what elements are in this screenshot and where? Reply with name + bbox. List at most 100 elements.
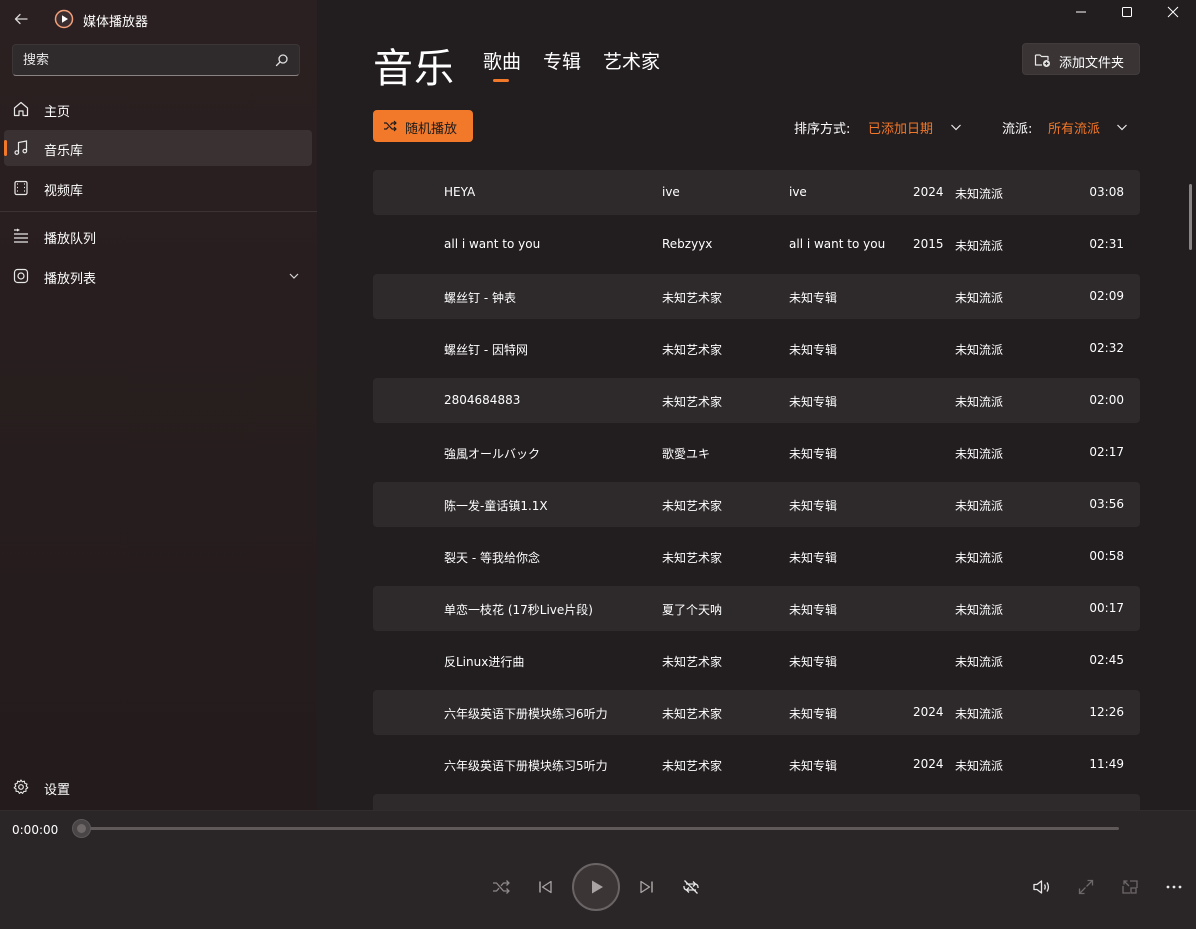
chevron-down-icon[interactable] <box>288 270 300 282</box>
sort-dropdown[interactable]: 已添加日期 <box>868 118 933 137</box>
song-artist[interactable]: 未知艺术家 <box>662 289 722 306</box>
song-album[interactable]: 未知专辑 <box>789 497 837 514</box>
song-row[interactable]: 六年级英语下册模块练习6听力 未知艺术家 未知专辑 2024 未知流派 12:2… <box>373 690 1140 735</box>
add-folder-label: 添加文件夹 <box>1059 56 1125 71</box>
song-album[interactable]: 未知专辑 <box>789 393 837 410</box>
song-genre[interactable]: 未知流派 <box>955 289 1003 306</box>
song-genre[interactable]: 未知流派 <box>955 393 1003 410</box>
chevron-down-icon[interactable] <box>1116 122 1128 132</box>
shuffle-icon <box>384 120 397 132</box>
song-row[interactable]: all i want to you Rebzyyx all i want to … <box>373 222 1140 267</box>
song-artist[interactable]: 歌愛ユキ <box>662 445 710 462</box>
song-row[interactable]: HEYA ive ive 2024 未知流派 03:08 <box>373 170 1140 215</box>
volume-button[interactable] <box>1031 876 1053 898</box>
seek-bar[interactable] <box>82 827 1119 830</box>
song-artist[interactable]: 未知艺术家 <box>662 341 722 358</box>
tab-albums[interactable]: 专辑 <box>543 47 581 74</box>
song-album[interactable]: 未知专辑 <box>789 549 837 566</box>
song-row[interactable]: 螺丝钉 - 钟表 未知艺术家 未知专辑 未知流派 02:09 <box>373 274 1140 319</box>
song-row[interactable]: 六年级英语下册模块练习5听力 未知艺术家 未知专辑 2024 未知流派 11:4… <box>373 742 1140 787</box>
song-genre[interactable]: 未知流派 <box>955 549 1003 566</box>
song-duration: 02:17 <box>1089 445 1124 459</box>
song-row[interactable]: 裂天 - 等我给你念 未知艺术家 未知专辑 未知流派 00:58 <box>373 534 1140 579</box>
tab-songs[interactable]: 歌曲 <box>483 47 521 74</box>
song-artist[interactable]: ive <box>662 185 680 199</box>
song-row[interactable]: 单恋一枝花 (17秒Live片段) 夏了个天呐 未知专辑 未知流派 00:17 <box>373 586 1140 631</box>
song-row-partial[interactable] <box>373 794 1140 810</box>
minimize-icon <box>1076 11 1086 13</box>
tab-artists[interactable]: 艺术家 <box>603 47 660 74</box>
song-album[interactable]: 未知专辑 <box>789 653 837 670</box>
song-duration: 02:09 <box>1089 289 1124 303</box>
song-genre[interactable]: 未知流派 <box>955 185 1003 202</box>
song-artist[interactable]: 夏了个天呐 <box>662 601 722 618</box>
play-icon <box>592 880 603 894</box>
next-button[interactable] <box>636 876 658 898</box>
seek-thumb[interactable] <box>72 819 91 838</box>
song-title: 裂天 - 等我给你念 <box>444 551 540 565</box>
song-artist[interactable]: Rebzyyx <box>662 237 712 251</box>
song-duration: 03:08 <box>1089 185 1124 199</box>
song-row[interactable]: 2804684883 未知艺术家 未知专辑 未知流派 02:00 <box>373 378 1140 423</box>
song-artist[interactable]: 未知艺术家 <box>662 705 722 722</box>
previous-button[interactable] <box>534 876 556 898</box>
sidebar-item-home[interactable]: 主页 <box>4 91 312 127</box>
song-title: 六年级英语下册模块练习5听力 <box>444 759 608 773</box>
repeat-off-button[interactable] <box>680 876 702 898</box>
song-album[interactable]: 未知专辑 <box>789 757 837 774</box>
minimize-button[interactable] <box>1058 0 1104 24</box>
song-title: 強風オールバック <box>444 447 541 461</box>
song-album[interactable]: ive <box>789 185 807 199</box>
sidebar-divider <box>0 211 317 212</box>
sidebar-item-settings[interactable]: 设置 <box>4 769 312 805</box>
song-genre[interactable]: 未知流派 <box>955 237 1003 254</box>
maximize-button[interactable] <box>1104 0 1150 24</box>
song-artist[interactable]: 未知艺术家 <box>662 549 722 566</box>
song-artist[interactable]: 未知艺术家 <box>662 497 722 514</box>
song-genre[interactable]: 未知流派 <box>955 601 1003 618</box>
song-title: 螺丝钉 - 钟表 <box>444 291 516 305</box>
sidebar-item-playlists[interactable]: 播放列表 <box>4 258 312 294</box>
search-input[interactable] <box>13 45 263 75</box>
song-genre[interactable]: 未知流派 <box>955 445 1003 462</box>
song-album[interactable]: 未知专辑 <box>789 289 837 306</box>
chevron-down-icon[interactable] <box>950 122 962 132</box>
song-title: 2804684883 <box>444 393 521 407</box>
play-button[interactable] <box>572 863 620 911</box>
queue-icon <box>14 228 28 243</box>
song-row[interactable]: 螺丝钉 - 因特网 未知艺术家 未知专辑 未知流派 02:32 <box>373 326 1140 371</box>
sidebar-item-play-queue[interactable]: 播放队列 <box>4 218 312 254</box>
song-genre[interactable]: 未知流派 <box>955 653 1003 670</box>
song-album[interactable]: 未知专辑 <box>789 341 837 358</box>
app-title: 媒体播放器 <box>83 15 149 30</box>
song-row[interactable]: 陈一发-童话镇1.1X 未知艺术家 未知专辑 未知流派 03:56 <box>373 482 1140 527</box>
more-options-button[interactable] <box>1163 876 1185 898</box>
song-row[interactable]: 反Linux进行曲 未知艺术家 未知专辑 未知流派 02:45 <box>373 638 1140 683</box>
sidebar-item-music-library[interactable]: 音乐库 <box>4 130 312 166</box>
close-button[interactable] <box>1150 0 1196 24</box>
mini-player-button[interactable] <box>1119 876 1141 898</box>
shuffle-button[interactable] <box>490 876 512 898</box>
song-genre[interactable]: 未知流派 <box>955 705 1003 722</box>
search-box[interactable] <box>12 44 300 76</box>
song-album[interactable]: all i want to you <box>789 237 885 251</box>
add-folder-button[interactable]: 添加文件夹 <box>1022 43 1140 75</box>
song-genre[interactable]: 未知流派 <box>955 341 1003 358</box>
song-artist[interactable]: 未知艺术家 <box>662 653 722 670</box>
song-album[interactable]: 未知专辑 <box>789 705 837 722</box>
fullscreen-button[interactable] <box>1075 876 1097 898</box>
song-row[interactable]: 強風オールバック 歌愛ユキ 未知专辑 未知流派 02:17 <box>373 430 1140 475</box>
shuffle-all-button[interactable]: 随机播放 <box>373 110 473 142</box>
song-genre[interactable]: 未知流派 <box>955 757 1003 774</box>
tab-active-underline <box>493 79 509 82</box>
song-artist[interactable]: 未知艺术家 <box>662 757 722 774</box>
sidebar-item-video-library[interactable]: 视频库 <box>4 170 312 206</box>
song-genre[interactable]: 未知流派 <box>955 497 1003 514</box>
search-icon[interactable] <box>275 53 289 67</box>
back-button[interactable] <box>8 6 34 32</box>
song-artist[interactable]: 未知艺术家 <box>662 393 722 410</box>
song-album[interactable]: 未知专辑 <box>789 445 837 462</box>
genre-dropdown[interactable]: 所有流派 <box>1048 118 1100 137</box>
song-album[interactable]: 未知专辑 <box>789 601 837 618</box>
vertical-scrollbar[interactable] <box>1189 184 1192 250</box>
